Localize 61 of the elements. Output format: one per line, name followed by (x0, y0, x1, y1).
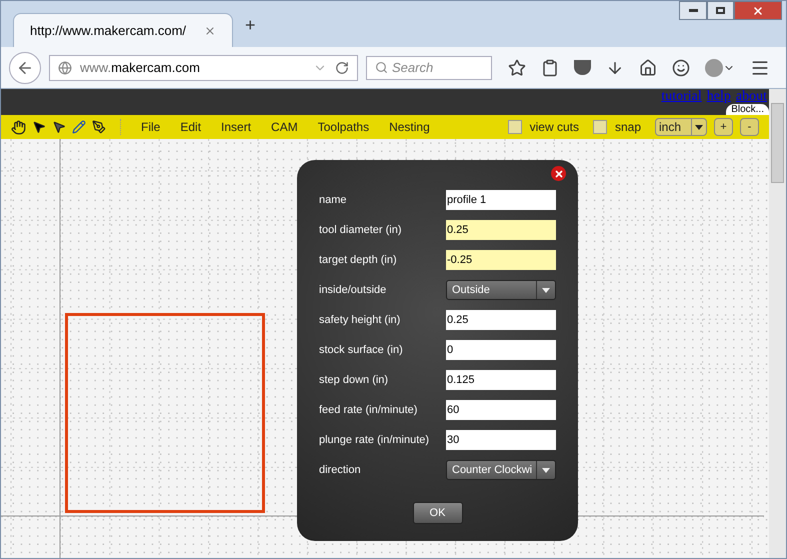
rectangle-shape[interactable] (65, 313, 265, 513)
field-label: stock surface (in) (319, 342, 404, 358)
address-bar[interactable]: www.makercam.com (49, 54, 358, 80)
input-field[interactable]: -0.25 (446, 250, 556, 270)
field-label: name (319, 192, 348, 208)
field-label: safety height (in) (319, 312, 402, 328)
pencil-tool-icon[interactable] (72, 120, 86, 134)
zoom-button[interactable]: - (740, 118, 759, 136)
menu-item[interactable]: CAM (261, 118, 308, 136)
close-icon[interactable] (551, 166, 566, 181)
input-field[interactable]: 30 (446, 430, 556, 450)
smiley-icon[interactable] (672, 58, 690, 76)
menu-item[interactable]: Nesting (379, 118, 440, 136)
checkbox[interactable] (592, 120, 607, 134)
input-field[interactable]: 0.25 (446, 310, 556, 330)
caret-icon[interactable] (695, 124, 703, 130)
menu-item[interactable]: Toolpaths (308, 118, 380, 136)
menu-item[interactable]: Insert (211, 118, 262, 136)
zoom-button[interactable]: + (714, 118, 733, 136)
browser-tab[interactable]: http://www.makercam.com/ (13, 13, 233, 47)
minimize-button[interactable] (679, 1, 707, 20)
field-label: inside/outside (319, 282, 388, 298)
checkbox[interactable] (508, 120, 522, 134)
popup-blocked-badge[interactable]: Block... (726, 104, 769, 115)
caret-icon[interactable] (542, 288, 550, 292)
home-icon[interactable] (639, 58, 657, 76)
checkbox-label: snap (614, 119, 641, 136)
field-label: step down (in) (319, 372, 390, 388)
input-field[interactable]: 0 (446, 340, 556, 360)
close-window-button[interactable] (734, 1, 782, 20)
hand-tool-icon[interactable] (11, 120, 26, 134)
bookmark-star-icon[interactable] (508, 58, 526, 76)
input-field[interactable]: 0.25 (446, 220, 556, 240)
select-field[interactable]: Outside (446, 280, 556, 300)
ok-button[interactable]: OK (412, 502, 462, 524)
node-tool-icon[interactable] (52, 120, 66, 134)
pen-tool-icon[interactable] (92, 120, 106, 134)
unit-dropdown[interactable]: inch (655, 118, 707, 136)
search-field[interactable]: Search (366, 56, 492, 80)
field-label: tool diameter (in) (319, 222, 403, 238)
input-field[interactable]: profile 1 (446, 190, 556, 210)
select-field[interactable]: Counter Clockwi (446, 460, 556, 480)
menu-item[interactable]: File (131, 118, 170, 136)
new-tab-button[interactable]: + (245, 12, 256, 39)
globe-icon (58, 60, 72, 74)
input-field[interactable]: 0.125 (446, 370, 556, 390)
checkbox-label: view cuts (530, 119, 579, 136)
clipboard-icon[interactable] (541, 58, 559, 76)
input-field[interactable]: 60 (446, 400, 556, 420)
field-label: direction (319, 462, 362, 478)
menu-item[interactable]: Edit (170, 118, 212, 136)
scrollbar[interactable] (769, 89, 786, 558)
maximize-button[interactable] (707, 1, 734, 20)
field-label: feed rate (in/minute) (319, 402, 418, 418)
caret-icon[interactable] (542, 468, 550, 472)
pointer-tool-icon[interactable] (32, 120, 46, 134)
field-label: target depth (in) (319, 252, 398, 268)
search-icon (375, 61, 388, 74)
back-button[interactable] (9, 52, 41, 84)
field-label: plunge rate (in/minute) (319, 432, 430, 448)
reload-icon[interactable] (335, 60, 349, 74)
